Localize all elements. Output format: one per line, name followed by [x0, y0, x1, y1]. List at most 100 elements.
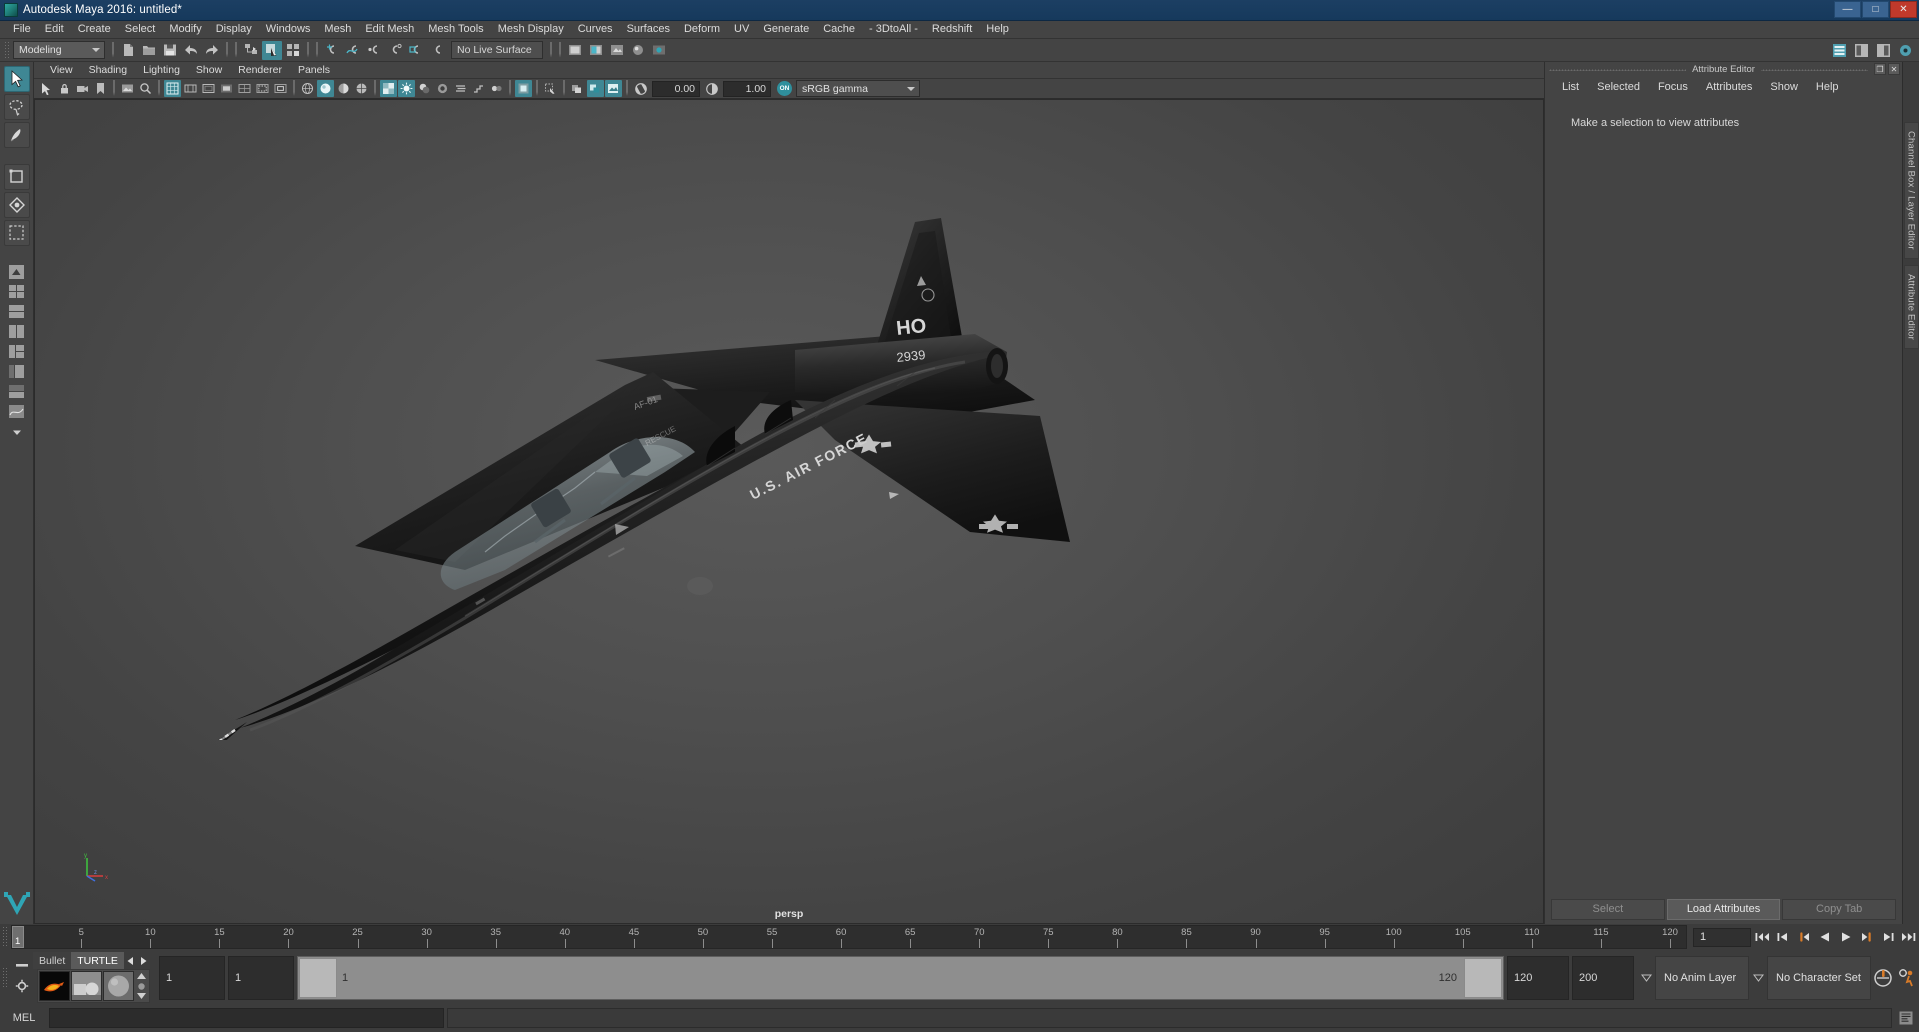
paint-select-tool[interactable]	[3, 122, 30, 148]
menu-select[interactable]: Select	[118, 21, 163, 38]
gamma-icon[interactable]	[703, 80, 720, 97]
menu-modify[interactable]: Modify	[162, 21, 208, 38]
turtle-bake-icon[interactable]	[39, 971, 70, 1001]
hardware-texturing-icon[interactable]	[605, 80, 622, 97]
panel-menu-renderer[interactable]: Renderer	[230, 63, 290, 78]
hypergraph-persp-layout[interactable]	[4, 382, 30, 401]
multisample-anti-aliasing-icon[interactable]	[470, 80, 487, 97]
shelf-tab-turtle[interactable]: TURTLE	[71, 952, 124, 969]
four-view-layout[interactable]	[4, 282, 30, 301]
show-hide-layer-editor-icon[interactable]	[1851, 41, 1871, 60]
make-live-icon[interactable]	[427, 41, 447, 60]
exposure-field[interactable]: 0.00	[652, 80, 700, 97]
scale-tool[interactable]	[3, 220, 30, 246]
move-tool[interactable]	[3, 164, 30, 190]
shelf-next-icon[interactable]	[137, 952, 150, 969]
animation-end-time-field[interactable]: 200	[1572, 956, 1634, 1000]
copy-tab-button[interactable]: Copy Tab	[1782, 898, 1897, 920]
shelf-options-icon[interactable]	[15, 979, 29, 998]
menu-cache[interactable]: Cache	[816, 21, 862, 38]
depth-of-field-icon[interactable]	[488, 80, 505, 97]
ae-menu-attributes[interactable]: Attributes	[1697, 80, 1761, 95]
ipr-render-icon[interactable]	[586, 41, 606, 60]
current-frame-field[interactable]: 1	[1693, 927, 1751, 947]
playback-end-time-field[interactable]: 120	[1507, 956, 1569, 1000]
color-management-selector[interactable]: sRGB gamma	[796, 80, 920, 97]
animation-preferences-icon[interactable]	[1895, 966, 1919, 990]
step-forward-key-icon[interactable]	[1857, 927, 1877, 947]
select-hierarchy-icon[interactable]	[241, 41, 261, 60]
field-chart-icon[interactable]	[236, 80, 253, 97]
show-hide-tool-settings-icon[interactable]	[1895, 41, 1915, 60]
play-backwards-icon[interactable]	[1815, 927, 1835, 947]
render-current-frame-icon[interactable]	[565, 41, 585, 60]
close-button[interactable]: ✕	[1890, 1, 1917, 18]
new-scene-icon[interactable]	[118, 41, 138, 60]
menu-curves[interactable]: Curves	[571, 21, 620, 38]
more-layouts-button[interactable]	[4, 422, 30, 441]
separator[interactable]	[232, 41, 240, 60]
time-cursor[interactable]: 1	[12, 926, 24, 948]
two-d-pan-zoom-icon[interactable]	[137, 80, 154, 97]
separator[interactable]	[304, 41, 312, 60]
gamma-field[interactable]: 1.00	[723, 80, 771, 97]
separator[interactable]	[313, 41, 321, 60]
wireframe-icon[interactable]	[299, 80, 316, 97]
menu-create[interactable]: Create	[71, 21, 118, 38]
shelf-prev-icon[interactable]	[124, 952, 137, 969]
menu-deform[interactable]: Deform	[677, 21, 727, 38]
ae-menu-selected[interactable]: Selected	[1588, 80, 1649, 95]
render-view-icon[interactable]	[649, 41, 669, 60]
time-slider[interactable]: 1 5 10 15 20 25 30 35 40 45 50 55 60 65 70 75 80 85 90 95 1…	[11, 925, 1687, 949]
panel-menu-view[interactable]: View	[42, 63, 81, 78]
turtle-material-icon[interactable]	[103, 971, 134, 1001]
anim-layer-combo[interactable]: No Anim Layer	[1655, 956, 1749, 1000]
close-panel-button[interactable]: ✕	[1888, 63, 1900, 75]
three-pane-layout[interactable]	[4, 342, 30, 361]
select-object-icon[interactable]	[262, 40, 282, 60]
minimize-button[interactable]: —	[1834, 1, 1861, 18]
shadows-icon[interactable]	[416, 80, 433, 97]
maximize-button[interactable]: □	[1862, 1, 1889, 18]
show-hide-channel-box-icon[interactable]	[1829, 41, 1849, 60]
shelf-tab-bullet[interactable]: Bullet	[33, 952, 72, 969]
snap-view-plane-icon[interactable]	[406, 41, 426, 60]
script-editor-icon[interactable]	[1895, 1008, 1917, 1028]
menu-set-selector[interactable]: Modeling	[13, 41, 105, 59]
use-all-lights-icon[interactable]	[398, 80, 415, 97]
safe-action-icon[interactable]	[254, 80, 271, 97]
persp-graph-editor-layout[interactable]	[4, 402, 30, 421]
step-back-frame-icon[interactable]	[1773, 927, 1793, 947]
menu-mesh-display[interactable]: Mesh Display	[491, 21, 571, 38]
command-input[interactable]	[49, 1008, 444, 1028]
panel-menu-lighting[interactable]: Lighting	[135, 63, 188, 78]
rotate-tool[interactable]	[3, 192, 30, 218]
range-slider-bar[interactable]: 1 120	[297, 956, 1504, 1000]
wireframe-on-shaded-icon[interactable]	[353, 80, 370, 97]
separator[interactable]	[556, 41, 564, 60]
panel-menu-panels[interactable]: Panels	[290, 63, 338, 78]
hypershade-icon[interactable]	[628, 41, 648, 60]
status-line-grip[interactable]	[4, 40, 9, 60]
menu-redshift[interactable]: Redshift	[925, 21, 979, 38]
isolate-select-icon[interactable]	[515, 80, 532, 97]
range-end-handle[interactable]	[1464, 958, 1502, 998]
redo-icon[interactable]	[202, 41, 222, 60]
menu-edit[interactable]: Edit	[38, 21, 71, 38]
ae-menu-focus[interactable]: Focus	[1649, 80, 1697, 95]
separator[interactable]	[109, 41, 117, 60]
panel-menu-show[interactable]: Show	[188, 63, 230, 78]
snap-projected-center-icon[interactable]	[385, 41, 405, 60]
command-language-label[interactable]: MEL	[2, 1012, 46, 1024]
time-slider-grip[interactable]	[2, 926, 9, 948]
playback-start-time-field[interactable]: 1	[228, 956, 294, 1000]
gate-mask-icon[interactable]	[218, 80, 235, 97]
xray-active-components-icon[interactable]	[587, 80, 604, 97]
menu-surfaces[interactable]: Surfaces	[620, 21, 677, 38]
shelf-menu-icon[interactable]	[15, 956, 29, 974]
ae-menu-show[interactable]: Show	[1761, 80, 1807, 95]
ae-menu-list[interactable]: List	[1553, 80, 1588, 95]
shelf-scroll-buttons[interactable]	[135, 970, 148, 1002]
live-surface-field[interactable]: No Live Surface	[451, 41, 543, 59]
motion-blur-icon[interactable]	[452, 80, 469, 97]
